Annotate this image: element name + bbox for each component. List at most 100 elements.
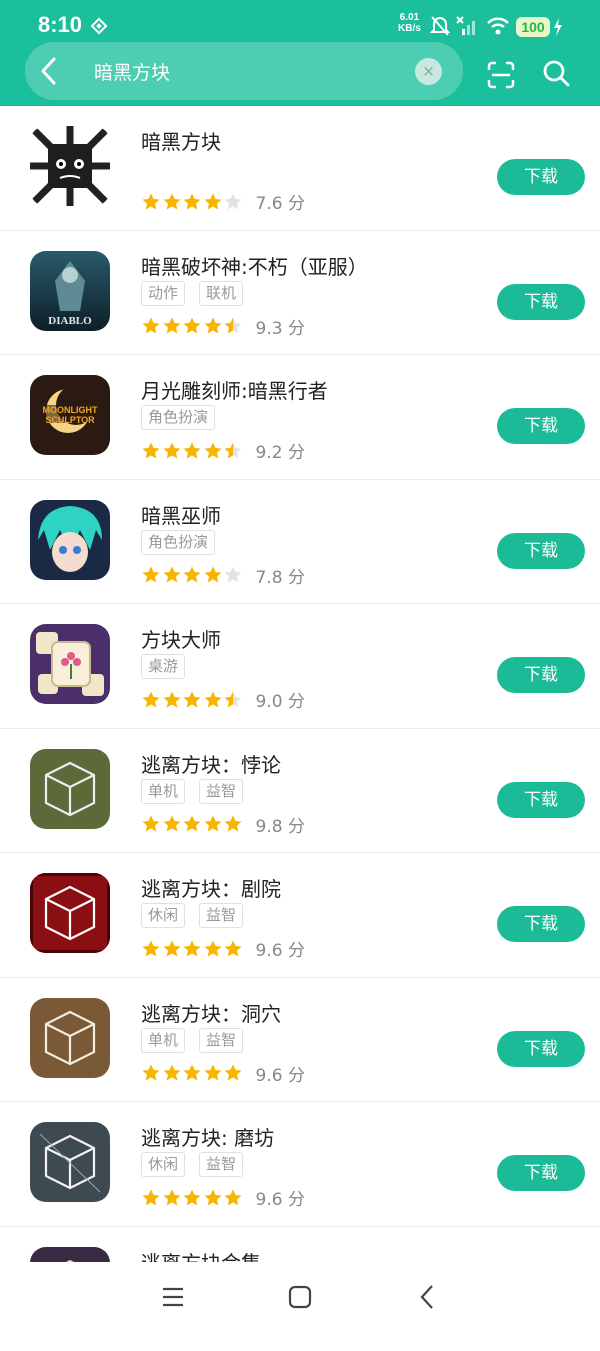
star-icon (203, 690, 223, 710)
app-name[interactable]: 逃离方块：剧院 (141, 873, 281, 902)
app-list-item[interactable]: 暗黑巫师角色扮演 7.8 分 下载 (0, 480, 600, 605)
star-icon (182, 1188, 202, 1208)
star-icon (162, 814, 182, 834)
app-rating: 7.8 分 (141, 563, 305, 588)
app-list-item[interactable]: 逃离方块：悖论单机益智 9.8 分 下载 (0, 729, 600, 854)
app-tag: 桌游 (141, 654, 185, 679)
clear-search-button[interactable]: × (415, 58, 442, 85)
star-icon (141, 1063, 161, 1083)
app-tags: 角色扮演 (141, 530, 215, 555)
download-button[interactable]: 下载 (497, 408, 585, 444)
app-tag: 益智 (199, 779, 243, 804)
app-tag: 益智 (199, 903, 243, 928)
app-icon[interactable]: DIABLO (30, 251, 110, 331)
app-tags: 桌游 (141, 654, 185, 679)
app-tag: 休闲 (141, 903, 185, 928)
download-button[interactable]: 下载 (497, 1031, 585, 1067)
back-icon[interactable] (418, 1284, 436, 1310)
app-icon[interactable] (30, 126, 110, 206)
app-name[interactable]: 逃离方块：洞穴 (141, 998, 281, 1027)
star-icon (223, 565, 243, 585)
star-icon (203, 939, 223, 959)
star-icon (223, 441, 243, 461)
app-icon[interactable] (30, 1122, 110, 1202)
app-list-item[interactable]: DIABLO 暗黑破坏神:不朽（亚服）动作联机 9.3 分 下载 (0, 231, 600, 356)
download-button[interactable]: 下载 (497, 284, 585, 320)
app-icon[interactable]: MOONLIGHTSCULPTOR (30, 375, 110, 455)
app-name[interactable]: 方块大师 (141, 624, 221, 653)
app-rating: 9.3 分 (141, 314, 305, 339)
download-button[interactable]: 下载 (497, 906, 585, 942)
app-name[interactable]: 暗黑方块 (141, 126, 221, 155)
star-icon (203, 1063, 223, 1083)
app-score: 9.3 分 (256, 314, 305, 339)
search-bar[interactable] (25, 42, 463, 100)
app-tag: 单机 (141, 779, 185, 804)
app-name[interactable]: 月光雕刻师:暗黑行者 (141, 375, 328, 404)
battery-indicator: 100 (516, 17, 550, 37)
star-icon (223, 1063, 243, 1083)
download-button[interactable]: 下载 (497, 159, 585, 195)
menu-icon[interactable] (161, 1286, 185, 1308)
app-rating: 9.6 分 (141, 936, 305, 961)
app-name[interactable]: 暗黑巫师 (141, 500, 221, 529)
app-score: 9.2 分 (256, 438, 305, 463)
star-icon (203, 192, 223, 212)
star-icon (141, 192, 161, 212)
star-icon (203, 441, 223, 461)
app-list-item[interactable]: 暗黑方块7.6 分下载 (0, 106, 600, 231)
star-icon (203, 565, 223, 585)
star-icon (182, 939, 202, 959)
download-button[interactable]: 下载 (497, 782, 585, 818)
app-list-item[interactable]: MOONLIGHTSCULPTOR 月光雕刻师:暗黑行者角色扮演 9.2 分 下载 (0, 355, 600, 480)
app-icon[interactable] (30, 500, 110, 580)
star-icon (203, 316, 223, 336)
app-header: 8:10 6.01 KB/s 100 暗 (0, 0, 600, 106)
download-button[interactable]: 下载 (497, 657, 585, 693)
star-icon (162, 1063, 182, 1083)
star-icon (182, 690, 202, 710)
app-list-item[interactable]: 逃离方块：洞穴单机益智9.6 分下载 (0, 978, 600, 1103)
star-icon (162, 939, 182, 959)
app-rating: 9.0 分 (141, 687, 305, 712)
app-tags: 休闲益智 (141, 903, 243, 928)
app-list-item[interactable]: 逃离方块：剧院休闲益智 9.6 分 下载 (0, 853, 600, 978)
star-icon (141, 1188, 161, 1208)
star-icon (162, 192, 182, 212)
app-tags: 动作联机 (141, 281, 243, 306)
star-icon (223, 316, 243, 336)
app-tags: 单机益智 (141, 779, 243, 804)
diamond-icon (90, 17, 108, 35)
star-icon (141, 814, 161, 834)
scan-icon[interactable] (486, 60, 516, 90)
search-icon[interactable] (541, 58, 571, 88)
app-icon[interactable] (30, 624, 110, 704)
app-icon[interactable] (30, 998, 110, 1078)
app-name[interactable]: 逃离方块：悖论 (141, 749, 281, 778)
app-list-item[interactable]: 方块大师桌游 9.0 分 下载 (0, 604, 600, 729)
home-icon[interactable] (288, 1285, 312, 1309)
search-input[interactable]: 暗黑方块 (94, 58, 170, 85)
wifi-icon (486, 16, 510, 36)
app-name[interactable]: 暗黑破坏神:不朽（亚服） (141, 251, 368, 280)
app-tag: 角色扮演 (141, 405, 215, 430)
app-icon[interactable] (30, 873, 110, 953)
system-nav-bar (0, 1262, 600, 1333)
status-bar: 8:10 6.01 KB/s 100 (0, 0, 600, 44)
download-button[interactable]: 下载 (497, 533, 585, 569)
app-rating: 9.6 分 (141, 1061, 305, 1086)
star-icon (141, 316, 161, 336)
app-tag: 单机 (141, 1028, 185, 1053)
app-tag: 联机 (199, 281, 243, 306)
star-icon (182, 1063, 202, 1083)
star-icon (141, 565, 161, 585)
download-button[interactable]: 下载 (497, 1155, 585, 1191)
app-score: 7.8 分 (256, 563, 305, 588)
app-name[interactable]: 逃离方块: 磨坊 (141, 1122, 274, 1151)
svg-text:MOONLIGHT: MOONLIGHT (43, 405, 98, 415)
app-list-item[interactable]: 逃离方块: 磨坊休闲益智9.6 分下载 (0, 1102, 600, 1227)
app-icon[interactable] (30, 749, 110, 829)
back-arrow-icon[interactable] (38, 56, 60, 86)
app-rating: 9.8 分 (141, 812, 305, 837)
app-score: 9.6 分 (256, 1061, 305, 1086)
